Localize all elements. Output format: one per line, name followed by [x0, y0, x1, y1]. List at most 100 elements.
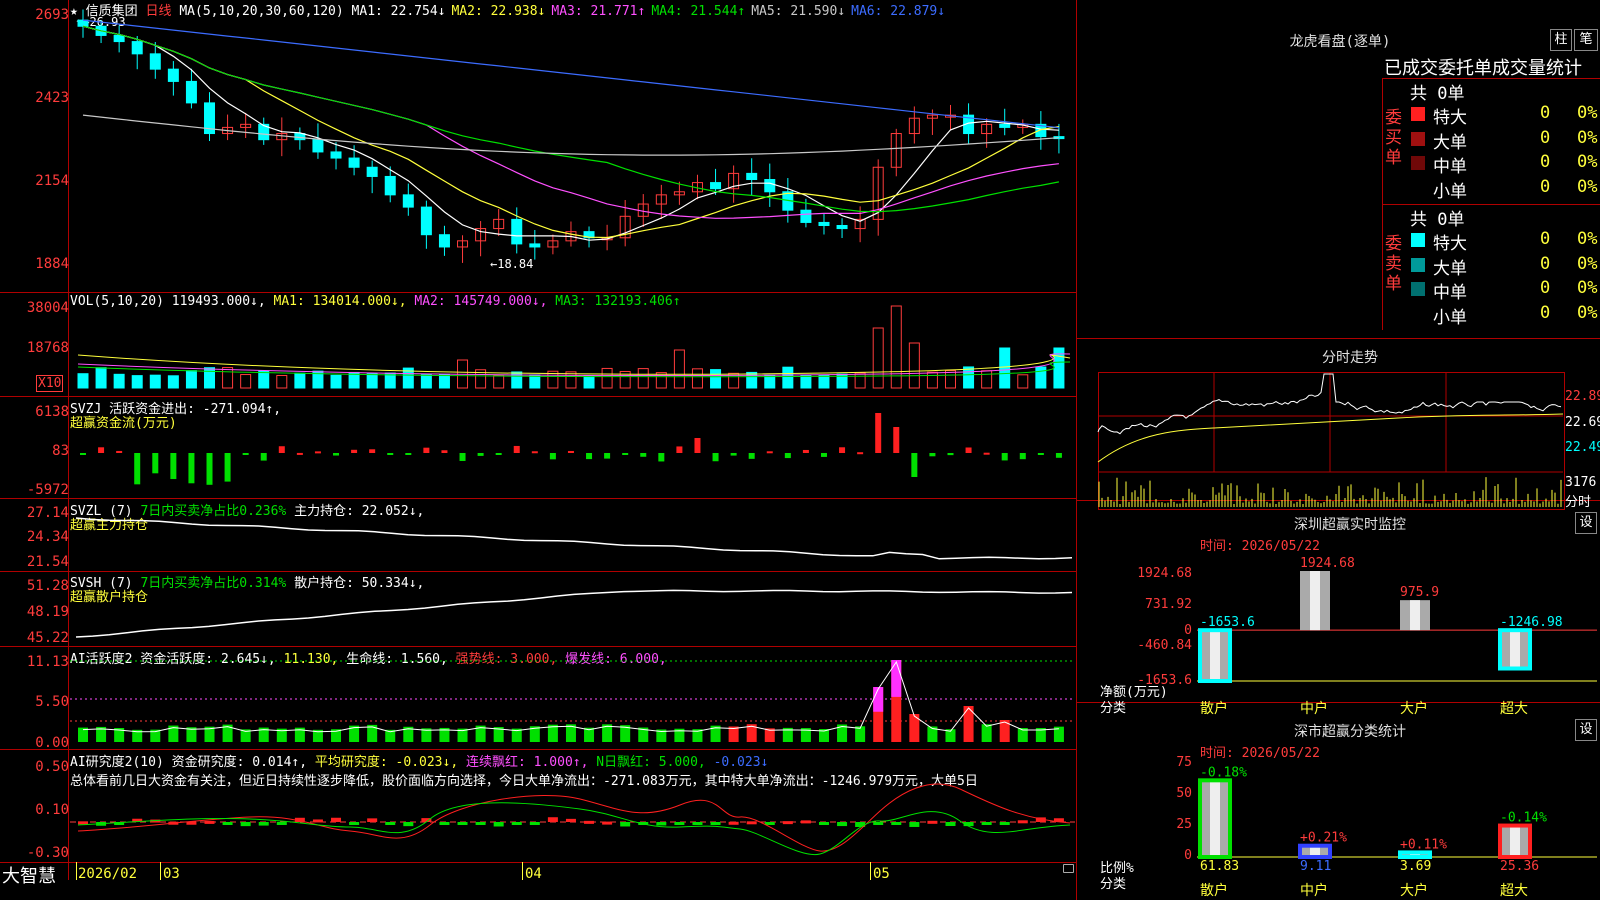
candle-body — [185, 80, 197, 104]
svzj-bar — [80, 453, 86, 455]
monitor-settings-button[interactable]: 设 — [1575, 512, 1597, 534]
svzj-bar — [766, 451, 773, 454]
row-count-3: 0 — [1540, 278, 1551, 298]
monitor-category-1: 散户 — [1200, 701, 1228, 717]
research-bar — [439, 822, 450, 825]
classify-value-4: 25.36 — [1500, 859, 1540, 874]
date-tick-3 — [522, 862, 523, 880]
row-color-swatch — [1411, 233, 1425, 247]
volume-bar — [258, 370, 270, 389]
monitor-category-2: 中户 — [1300, 701, 1328, 717]
classify-category-2: 中户 — [1300, 883, 1328, 899]
volume-bar — [691, 368, 703, 389]
tick-mode-button[interactable]: 笔 — [1574, 29, 1598, 51]
research-bar — [873, 822, 884, 825]
ma2-line — [82, 25, 1059, 239]
svzj-bar — [965, 447, 972, 453]
research-bar — [511, 822, 522, 825]
candlestick-chart[interactable] — [0, 0, 1077, 292]
research-bar — [945, 822, 956, 827]
svzj-bar — [730, 453, 737, 456]
classify-xlabel: 分类 — [1100, 877, 1127, 892]
volume-bar — [999, 347, 1011, 389]
classify-category-4: 超大 — [1500, 883, 1528, 899]
svzj-bar — [206, 453, 213, 485]
volume-bar — [1035, 366, 1047, 389]
volume-bar — [185, 370, 197, 389]
candle-body — [420, 206, 432, 236]
research-bar — [782, 821, 793, 825]
svzj-bar — [495, 453, 502, 455]
volume-bar — [583, 375, 595, 389]
svzj-bar — [351, 449, 358, 453]
candle-body — [511, 218, 523, 245]
candle-body — [330, 151, 342, 159]
intraday-axis-2: 22.69 — [1565, 415, 1600, 430]
svzj-bar — [459, 453, 466, 461]
classify-bar-shine — [1510, 825, 1520, 857]
volume-chart — [77, 305, 1071, 389]
monitor-bar-shine — [1210, 630, 1220, 681]
svzj-bar — [1055, 453, 1062, 458]
date-label-4: 05 — [873, 866, 890, 882]
svzj-bar — [893, 427, 900, 453]
candle-body — [402, 194, 414, 208]
classify-axis-tick: 50 — [1176, 786, 1192, 801]
volume-bar — [764, 374, 776, 389]
candle-body — [818, 221, 830, 227]
row-count-4: 0 — [1540, 176, 1551, 197]
intraday-vol-unit: 分时 — [1565, 495, 1592, 510]
monitor-axis-tick: 1924.68 — [1137, 566, 1192, 581]
research-bar — [331, 817, 342, 822]
volume-bar — [438, 373, 450, 389]
research-bar — [240, 822, 251, 827]
classify-change-label: +0.21% — [1300, 831, 1347, 846]
date-label-3: 04 — [525, 866, 542, 882]
row-label-4: 小单 — [1433, 307, 1467, 328]
lock-icon[interactable] — [1063, 864, 1074, 873]
intraday-chart[interactable] — [1097, 372, 1564, 508]
classify-settings-button[interactable]: 设 — [1575, 719, 1597, 741]
svzj-bar — [658, 453, 665, 462]
date-label-2: 03 — [163, 866, 180, 882]
volume-bar — [294, 372, 306, 389]
volume-bar — [926, 371, 938, 389]
candle-body — [746, 172, 758, 181]
svzj-bar — [694, 438, 701, 453]
row-count-4: 0 — [1540, 302, 1551, 323]
svzj-bar — [224, 453, 231, 482]
brand-logo: 大智慧 — [2, 866, 56, 887]
svsh-chart — [75, 589, 1073, 638]
bar-mode-button[interactable]: 柱 — [1550, 29, 1572, 51]
svzj-bar — [188, 453, 195, 484]
candle-body — [999, 123, 1011, 128]
row-pct-4: 0% — [1577, 176, 1598, 197]
svzj-bar — [296, 452, 303, 455]
monitor-axis-tick: 0 — [1184, 623, 1192, 638]
row-label-4: 小单 — [1433, 181, 1467, 202]
monitor-category-3: 大户 — [1400, 701, 1428, 717]
volume-bar — [95, 367, 107, 389]
classify-title: 深市超赢分类统计 — [1294, 724, 1406, 740]
intraday-vol-axis: 3176 — [1565, 475, 1597, 490]
row-color-swatch — [1411, 180, 1425, 195]
classify-change-label: +0.11% — [1400, 837, 1447, 852]
svzj-bar — [423, 447, 430, 453]
monitor-bar-chart: -1653.6 1924.68 975.9 -1246.98 — [1197, 556, 1597, 683]
classify-value-1: 61.83 — [1200, 859, 1240, 874]
ai-active-peak — [891, 660, 902, 697]
ai-active-bar — [981, 724, 992, 742]
research-bar — [312, 819, 323, 823]
volume-bar — [782, 366, 794, 389]
classify-bar-shine — [1210, 780, 1220, 857]
research-bar — [475, 822, 486, 825]
svzj-chart — [80, 413, 1062, 485]
volume-bar — [673, 349, 685, 389]
row-pct-1: 0% — [1577, 103, 1598, 123]
volume-bar — [330, 374, 342, 389]
candle-body — [438, 234, 450, 248]
research-bar — [547, 817, 558, 822]
research-bar — [565, 818, 576, 822]
date-tick-1 — [76, 862, 77, 880]
research-bar — [999, 822, 1010, 825]
